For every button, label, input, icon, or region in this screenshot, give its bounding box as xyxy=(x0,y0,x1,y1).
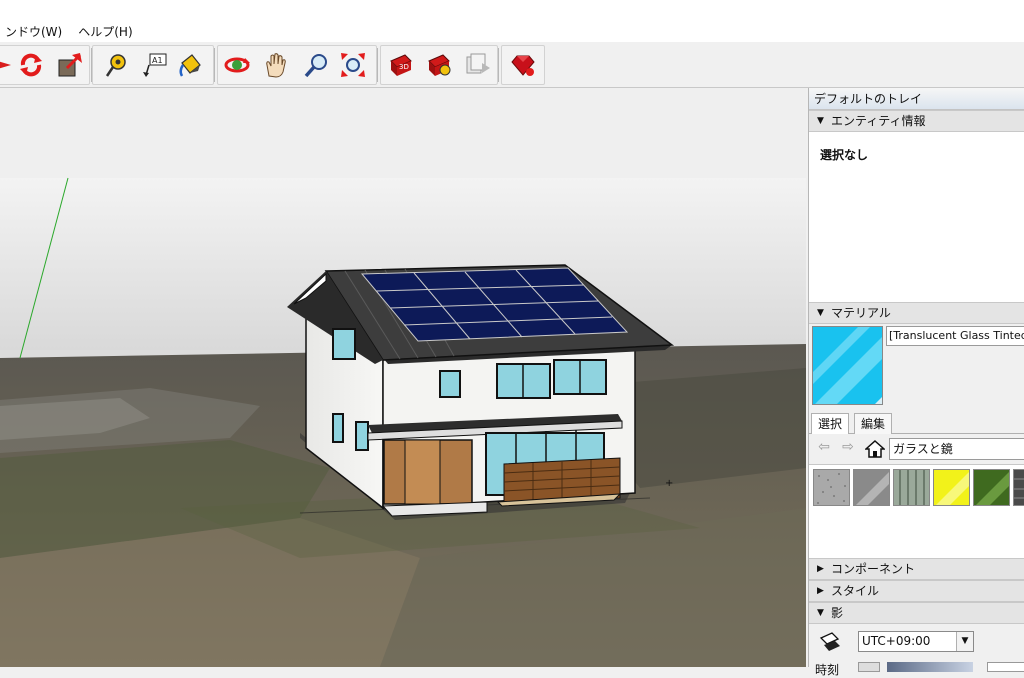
svg-text:+: + xyxy=(665,478,673,489)
timezone-select[interactable]: UTC+09:00 ▼ xyxy=(858,631,974,652)
share-model-icon[interactable] xyxy=(463,50,493,80)
paint-bucket-icon[interactable] xyxy=(175,50,205,80)
model-viewport[interactable]: + xyxy=(0,88,806,667)
time-slider[interactable] xyxy=(887,662,973,672)
materials-title: マテリアル xyxy=(831,306,891,320)
components-panel-header[interactable]: ▶ コンポーネント xyxy=(809,558,1024,580)
ruby-console-icon[interactable] xyxy=(508,50,538,80)
time-value-field[interactable] xyxy=(987,662,1024,672)
shadows-body: UTC+09:00 ▼ 時刻 xyxy=(809,624,1024,677)
collection-dropdown[interactable]: ガラスと鏡 xyxy=(889,438,1024,460)
expand-right-icon: ▶ xyxy=(817,564,824,574)
styles-title: スタイル xyxy=(831,584,880,598)
time-label: 時刻 xyxy=(815,663,840,677)
material-name-field[interactable]: [Translucent Glass Tinted] xyxy=(886,326,1024,346)
wood-deck-fence xyxy=(496,457,622,507)
orbit-left-icon[interactable] xyxy=(0,50,16,80)
materials-panel-header[interactable]: ▼ マテリアル xyxy=(809,302,1024,324)
menu-window[interactable]: ンドウ(W) xyxy=(0,23,70,40)
material-nav-row: ⇦ ⇨ ガラスと鏡 xyxy=(809,436,1024,462)
entity-info-title: エンティティ情報 xyxy=(831,114,926,128)
svg-text:A1: A1 xyxy=(152,56,163,65)
styles-panel-header[interactable]: ▶ スタイル xyxy=(809,580,1024,602)
menu-help[interactable]: ヘルプ(H) xyxy=(70,23,140,40)
current-material-swatch[interactable] xyxy=(812,326,883,405)
menu-bar: ンドウ(W) ヘルプ(H) xyxy=(0,20,1024,42)
orbit-icon[interactable] xyxy=(222,50,252,80)
follow-me-icon[interactable] xyxy=(16,50,46,80)
tab-edit[interactable]: 編集 xyxy=(854,413,893,434)
expand-down-icon: ▼ xyxy=(817,308,824,318)
toolbar-separator xyxy=(377,48,378,82)
dark-gray-swatch[interactable] xyxy=(1013,469,1024,506)
green-stripe-swatch[interactable] xyxy=(893,469,930,506)
tape-measure-icon[interactable] xyxy=(102,50,132,80)
toolbar-separator xyxy=(498,48,499,82)
zoom-extents-icon[interactable] xyxy=(338,50,368,80)
title-strip xyxy=(0,0,1024,20)
selection-status: 選択なし xyxy=(820,148,869,162)
3d-warehouse-icon[interactable]: 3D xyxy=(386,50,416,80)
expand-right-icon: ▶ xyxy=(817,586,824,596)
zoom-icon[interactable] xyxy=(302,50,332,80)
shadows-title: 影 xyxy=(831,606,844,620)
back-arrow-icon[interactable]: ⇦ xyxy=(815,439,833,459)
time-field[interactable] xyxy=(858,662,880,672)
entity-info-body: 選択なし xyxy=(809,132,1024,302)
toolbar-separator xyxy=(91,48,92,82)
dark-green-swatch[interactable] xyxy=(973,469,1010,506)
gray-speckle-swatch[interactable] xyxy=(813,469,850,506)
scale-icon[interactable] xyxy=(55,50,85,80)
svg-text:3D: 3D xyxy=(399,63,409,71)
entity-info-panel-header[interactable]: ▼ エンティティ情報 xyxy=(809,110,1024,132)
toolbar-separator xyxy=(214,48,215,82)
default-tray: デフォルトのトレイ ▼ エンティティ情報 選択なし ▼ マテリアル [Trans… xyxy=(808,88,1024,677)
home-icon[interactable] xyxy=(864,439,886,459)
yellow-swatch[interactable] xyxy=(933,469,970,506)
shadows-panel-header[interactable]: ▼ 影 xyxy=(809,602,1024,624)
shadow-toggle-icon[interactable] xyxy=(818,630,842,654)
collapsed-panels: ▶ コンポーネント ▶ スタイル ▼ 影 xyxy=(809,558,1024,624)
expand-down-icon: ▼ xyxy=(817,116,824,126)
gray-diagonal-swatch[interactable] xyxy=(853,469,890,506)
expand-down-icon: ▼ xyxy=(817,608,824,618)
material-tabs: 選択 編集 xyxy=(809,410,1024,434)
components-title: コンポーネント xyxy=(831,562,916,576)
pan-icon[interactable] xyxy=(260,50,290,80)
chevron-down-icon[interactable]: ▼ xyxy=(956,632,973,651)
dimension-text-icon[interactable]: A1 xyxy=(140,50,170,80)
material-swatch-grid xyxy=(809,464,1024,570)
tab-select[interactable]: 選択 xyxy=(811,413,850,434)
extension-warehouse-icon[interactable] xyxy=(424,50,454,80)
toolbar: A1 3D xyxy=(0,42,1024,88)
timezone-value: UTC+09:00 xyxy=(862,634,931,648)
tray-title: デフォルトのトレイ xyxy=(809,88,1024,110)
scene-3d: + xyxy=(0,88,806,667)
forward-arrow-icon[interactable]: ⇨ xyxy=(839,439,857,459)
